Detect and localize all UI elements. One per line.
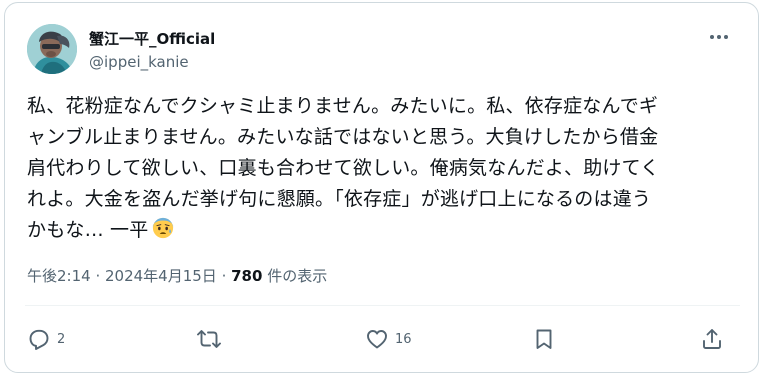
share-icon [703, 329, 721, 349]
tweet-line-last: かもな… 一平 [27, 215, 747, 246]
meta-separator: · [216, 267, 232, 285]
reply-count: 2 [57, 331, 66, 347]
retweet-icon [197, 330, 221, 348]
author-handle[interactable]: @ippei_kanie [89, 53, 189, 71]
like-button[interactable]: 16 [365, 325, 412, 353]
bookmark-button[interactable] [532, 325, 556, 353]
tweet-line-text: かもな… 一平 [27, 219, 149, 241]
author-avatar[interactable] [27, 24, 77, 74]
tweet-time[interactable]: 午後2:14 [27, 267, 91, 285]
anxious-face-emoji-icon [153, 217, 174, 239]
tweet-line: れよ。大金を盗んだ挙げ句に懇願。「依存症」が逃げ口上になるのは違う [27, 188, 652, 210]
view-count-label: 件の表示 [262, 267, 328, 285]
tweet-line: 私、花粉症なんでクシャミ止まりません。みたいに。私、依存症なんでギ [27, 95, 659, 117]
avatar-image [27, 24, 77, 74]
author-name[interactable]: 蟹江一平_Official [89, 28, 215, 49]
tweet-text: 私、花粉症なんでクシャミ止まりません。みたいに。私、依存症なんでギ ャンブル止ま… [27, 91, 747, 246]
like-count: 16 [395, 331, 412, 347]
reply-button[interactable]: 2 [27, 325, 65, 353]
tweet-meta: 午後2:14 · 2024年4月15日 · 780 件の表示 [27, 265, 327, 286]
view-count: 780 [231, 267, 263, 285]
retweet-button[interactable] [197, 325, 227, 353]
tweet-card: 蟹江一平_Official @ippei_kanie 私、花粉症なんでクシャミ止… [4, 2, 759, 373]
meta-separator: · [90, 267, 105, 285]
share-button[interactable] [700, 325, 724, 353]
reply-icon [29, 329, 49, 350]
divider [25, 305, 740, 306]
bookmark-icon [536, 329, 552, 349]
tweet-line: 肩代わりして欲しい、口裏も合わせて欲しい。俺病気なんだよ、助けてく [27, 157, 660, 179]
tweet-date[interactable]: 2024年4月15日 [105, 267, 217, 285]
tweet-line: ャンブル止まりません。みたいな話ではないと思う。大負けしたから借金 [27, 126, 659, 148]
more-options-icon[interactable] [706, 27, 732, 47]
heart-icon [367, 330, 387, 349]
